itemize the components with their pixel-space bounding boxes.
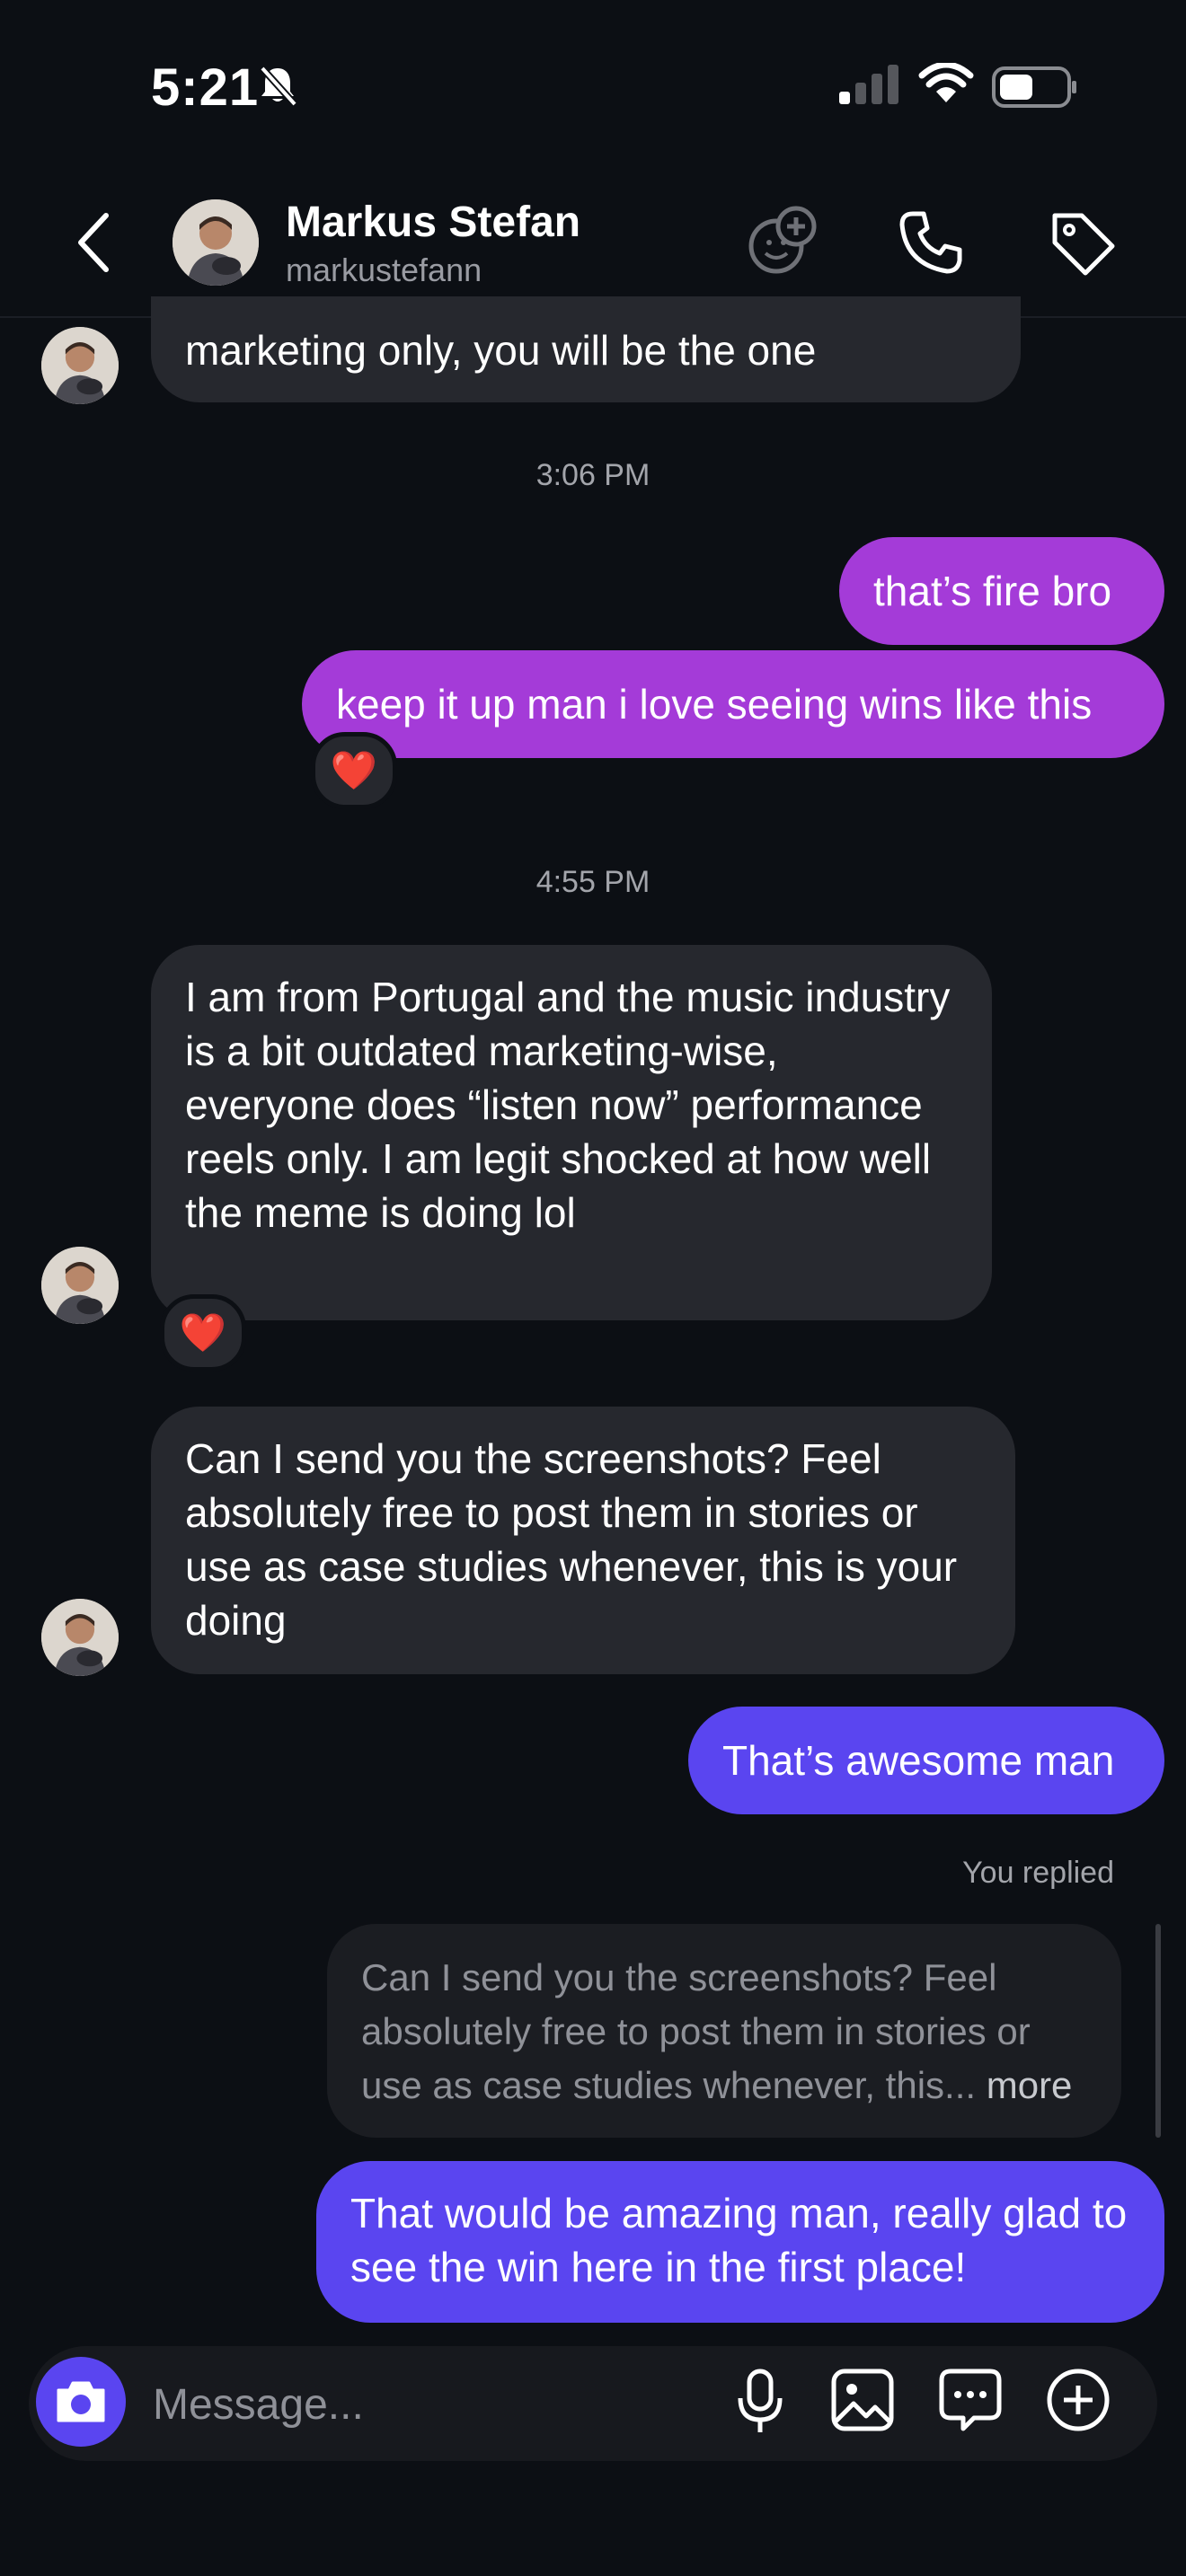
outgoing-message[interactable]: That’s awesome man [688,1707,1164,1814]
phone-icon[interactable] [898,210,963,275]
outgoing-message[interactable]: that’s fire bro [839,537,1164,645]
incoming-message[interactable]: I am from Portugal and the music industr… [151,945,992,1320]
camera-button[interactable] [36,2357,126,2447]
message-input[interactable] [151,2368,712,2441]
quote-text: Can I send you the screenshots? Feel abs… [361,1956,1031,2106]
bell-slash-icon [260,66,297,107]
gallery-icon[interactable] [830,2368,895,2432]
incoming-message[interactable]: Can I send you the screenshots? Feel abs… [151,1407,1015,1674]
heart-reaction[interactable]: ❤️ [311,732,397,809]
plus-circle-icon[interactable] [1046,2368,1111,2432]
microphone-icon[interactable] [735,2368,785,2436]
wifi-icon [918,63,974,102]
back-chevron-icon[interactable] [75,212,111,273]
contact-username[interactable]: markustefann [286,251,482,289]
reply-quote[interactable]: Can I send you the screenshots? Feel abs… [327,1924,1121,2138]
quote-more-link[interactable]: more [987,2064,1073,2106]
avatar [41,1247,119,1324]
heart-reaction[interactable]: ❤️ [160,1294,246,1372]
timestamp: 4:55 PM [535,865,651,899]
status-time: 5:21 [151,58,260,117]
tag-icon[interactable] [1049,210,1116,277]
avatar [41,327,119,404]
contact-name[interactable]: Markus Stefan [286,198,580,247]
outgoing-message[interactable]: keep it up man i love seeing wins like t… [302,650,1164,758]
scrollbar[interactable] [1155,1924,1161,2138]
avatar[interactable] [173,199,259,286]
sticker-add-icon[interactable] [746,205,819,278]
chat-bubble-icon[interactable] [938,2368,1003,2432]
timestamp: 3:06 PM [535,458,651,492]
battery-icon [992,66,1076,108]
outgoing-message[interactable]: That would be amazing man, really glad t… [316,2161,1164,2323]
incoming-message[interactable]: marketing only, you will be the one [151,296,1021,402]
signal-icon [839,65,898,104]
camera-icon [57,2381,105,2422]
you-replied-label: You replied [962,1856,1114,1890]
avatar [41,1599,119,1676]
